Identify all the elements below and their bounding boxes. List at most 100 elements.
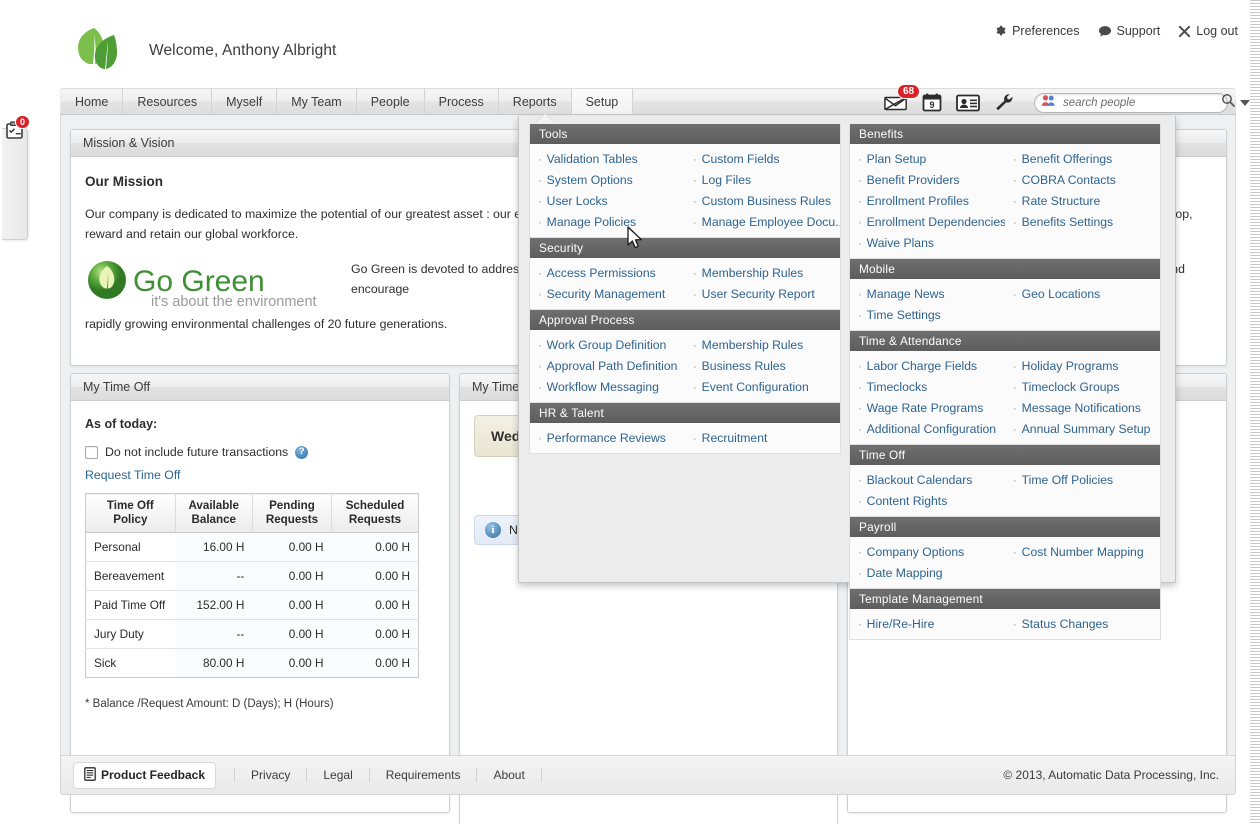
menu-item-waive-plans[interactable]: · Waive Plans xyxy=(850,232,1005,253)
nav-tab-myself[interactable]: Myself xyxy=(212,89,278,114)
message-envelope-icon[interactable]: 68 xyxy=(884,83,921,112)
message-count-badge: 68 xyxy=(897,83,921,99)
calendar-icon[interactable]: 9 xyxy=(922,93,942,112)
menu-group-mobile-items: · Manage News · Geo Locations · Time Settin… xyxy=(850,279,1160,330)
menu-item-cobra-contacts[interactable]: · COBRA Contacts xyxy=(1005,169,1160,190)
cell-policy: Sick xyxy=(85,648,176,678)
menu-item-timeclocks[interactable]: · Timeclocks xyxy=(850,376,1005,397)
nav-tab-people[interactable]: People xyxy=(357,89,425,114)
menu-item-membership-rules-security[interactable]: · Membership Rules xyxy=(685,262,840,283)
nav-tab-home[interactable]: Home xyxy=(60,89,124,114)
menu-item-time-off-policies[interactable]: · Time Off Policies xyxy=(1005,469,1160,490)
utility-bar: Preferences Support Log out xyxy=(993,24,1238,38)
cell-scheduled: 0.00 H xyxy=(331,532,419,562)
menu-item-company-options[interactable]: · Company Options xyxy=(850,541,1005,562)
nav-tab-reports[interactable]: Reports xyxy=(499,89,572,114)
menu-group-time-attendance-items: · Labor Charge Fields · Holiday Programs ·… xyxy=(850,351,1160,444)
footer-link-requirements[interactable]: Requirements xyxy=(368,768,477,782)
logout-link[interactable]: Log out xyxy=(1178,24,1238,38)
menu-item-message-notifications[interactable]: · Message Notifications xyxy=(1005,397,1160,418)
menu-group-time-attendance-title: Time & Attendance xyxy=(850,331,1160,351)
menu-item-annual-summary-setup[interactable]: · Annual Summary Setup xyxy=(1005,418,1160,439)
menu-item-time-settings[interactable]: · Time Settings xyxy=(850,304,1005,325)
menu-item-log-files[interactable]: · Log Files xyxy=(685,169,840,190)
menu-item-labor-charge-fields[interactable]: · Labor Charge Fields xyxy=(850,355,1005,376)
menu-item-workflow-messaging[interactable]: · Workflow Messaging xyxy=(530,376,685,397)
menu-item-event-configuration[interactable]: · Event Configuration xyxy=(685,376,840,397)
menu-item-enrollment-profiles[interactable]: · Enrollment Profiles xyxy=(850,190,1005,211)
bullet-icon: · xyxy=(693,432,697,445)
menu-item-geo-locations[interactable]: · Geo Locations xyxy=(1005,283,1160,304)
menu-item-content-rights[interactable]: · Content Rights xyxy=(850,490,1005,511)
menu-group-benefits-title: Benefits xyxy=(850,124,1160,144)
request-time-off-link[interactable]: Request Time Off xyxy=(85,468,180,482)
menu-item-business-rules[interactable]: · Business Rules xyxy=(685,355,840,376)
menu-item-rate-structure[interactable]: · Rate Structure xyxy=(1005,190,1160,211)
menu-item-cost-number-mapping[interactable]: · Cost Number Mapping xyxy=(1005,541,1160,562)
contact-card-icon[interactable] xyxy=(956,94,980,112)
question-mark-icon[interactable]: ? xyxy=(295,445,309,459)
footer-link-privacy[interactable]: Privacy xyxy=(234,768,306,782)
go-green-leaf-logo[interactable] xyxy=(70,22,122,78)
menu-item-holiday-programs[interactable]: · Holiday Programs xyxy=(1005,355,1160,376)
menu-item-timeclock-groups[interactable]: · Timeclock Groups xyxy=(1005,376,1160,397)
menu-item-date-mapping[interactable]: · Date Mapping xyxy=(850,562,1005,583)
bullet-icon: · xyxy=(858,474,862,487)
menu-item-manage-employee-documents[interactable]: · Manage Employee Docu... xyxy=(685,211,840,232)
menu-item-approval-path-definition[interactable]: · Approval Path Definition xyxy=(530,355,685,376)
menu-item-label: Recruitment xyxy=(701,430,768,445)
menu-item-membership-rules-approval[interactable]: · Membership Rules xyxy=(685,334,840,355)
menu-item-manage-policies[interactable]: · Manage Policies xyxy=(530,211,685,232)
menu-item-plan-setup[interactable]: · Plan Setup xyxy=(850,148,1005,169)
menu-item-enrollment-dependencies[interactable]: · Enrollment Dependencies xyxy=(850,211,1005,232)
future-transactions-checkbox[interactable] xyxy=(85,445,98,459)
wrench-tools-icon[interactable] xyxy=(994,93,1014,112)
menu-item-system-options[interactable]: · System Options xyxy=(530,169,685,190)
bullet-icon: · xyxy=(858,360,862,373)
menu-item-blackout-calendars[interactable]: · Blackout Calendars xyxy=(850,469,1005,490)
preferences-link[interactable]: Preferences xyxy=(993,24,1080,38)
nav-tab-setup[interactable]: Setup xyxy=(571,89,634,114)
menu-item-manage-news[interactable]: · Manage News xyxy=(850,283,1005,304)
menu-item-validation-tables[interactable]: · Validation Tables xyxy=(530,148,685,169)
menu-item-additional-configuration[interactable]: · Additional Configuration xyxy=(850,418,1005,439)
menu-item-custom-fields[interactable]: · Custom Fields xyxy=(685,148,840,169)
menu-item-benefits-settings[interactable]: · Benefits Settings xyxy=(1005,211,1160,232)
search-people-box[interactable] xyxy=(1034,92,1250,113)
menu-item-hire-rehire[interactable]: · Hire/Re-Hire xyxy=(850,613,1005,634)
footer-link-about[interactable]: About xyxy=(476,768,542,782)
menu-item-recruitment[interactable]: · Recruitment xyxy=(685,427,840,448)
search-input[interactable] xyxy=(1057,95,1221,110)
chevron-down-icon[interactable] xyxy=(1240,94,1250,112)
nav-tab-process[interactable]: Process xyxy=(425,89,499,114)
product-feedback-button[interactable]: Product Feedback xyxy=(73,761,217,789)
menu-item-work-group-definition[interactable]: · Work Group Definition xyxy=(530,334,685,355)
footer-link-legal[interactable]: Legal xyxy=(306,768,368,782)
menu-item-label: Rate Structure xyxy=(1021,193,1101,208)
cell-pending: 0.00 H xyxy=(252,648,332,678)
working-on-tab[interactable]: 0 Working On xyxy=(2,115,31,240)
menu-item-label: Custom Business Rules xyxy=(701,193,832,208)
menu-item-label: Benefit Providers xyxy=(866,172,960,187)
magnifier-icon[interactable] xyxy=(1221,93,1235,112)
menu-item-label: Approval Path Definition xyxy=(546,358,678,373)
menu-item-wage-rate-programs[interactable]: · Wage Rate Programs xyxy=(850,397,1005,418)
cell-pending: 0.00 H xyxy=(252,561,332,591)
menu-item-user-locks[interactable]: · User Locks xyxy=(530,190,685,211)
menu-item-label: Security Management xyxy=(546,286,666,301)
menu-item-custom-business-rules[interactable]: · Custom Business Rules xyxy=(685,190,840,211)
bullet-icon: · xyxy=(858,567,862,580)
menu-item-performance-reviews[interactable]: · Performance Reviews xyxy=(530,427,685,448)
menu-item-user-security-report[interactable]: · User Security Report xyxy=(685,283,840,304)
menu-item-access-permissions[interactable]: · Access Permissions xyxy=(530,262,685,283)
cell-pending: 0.00 H xyxy=(252,590,332,620)
nav-tab-resources[interactable]: Resources xyxy=(123,89,213,114)
bullet-icon: · xyxy=(1013,423,1017,436)
bullet-icon: · xyxy=(858,288,862,301)
menu-item-status-changes[interactable]: · Status Changes xyxy=(1005,613,1160,634)
menu-item-benefit-providers[interactable]: · Benefit Providers xyxy=(850,169,1005,190)
nav-tab-my-team[interactable]: My Team xyxy=(277,89,357,114)
support-link[interactable]: Support xyxy=(1098,24,1160,38)
menu-item-security-management[interactable]: · Security Management xyxy=(530,283,685,304)
menu-item-benefit-offerings[interactable]: · Benefit Offerings xyxy=(1005,148,1160,169)
